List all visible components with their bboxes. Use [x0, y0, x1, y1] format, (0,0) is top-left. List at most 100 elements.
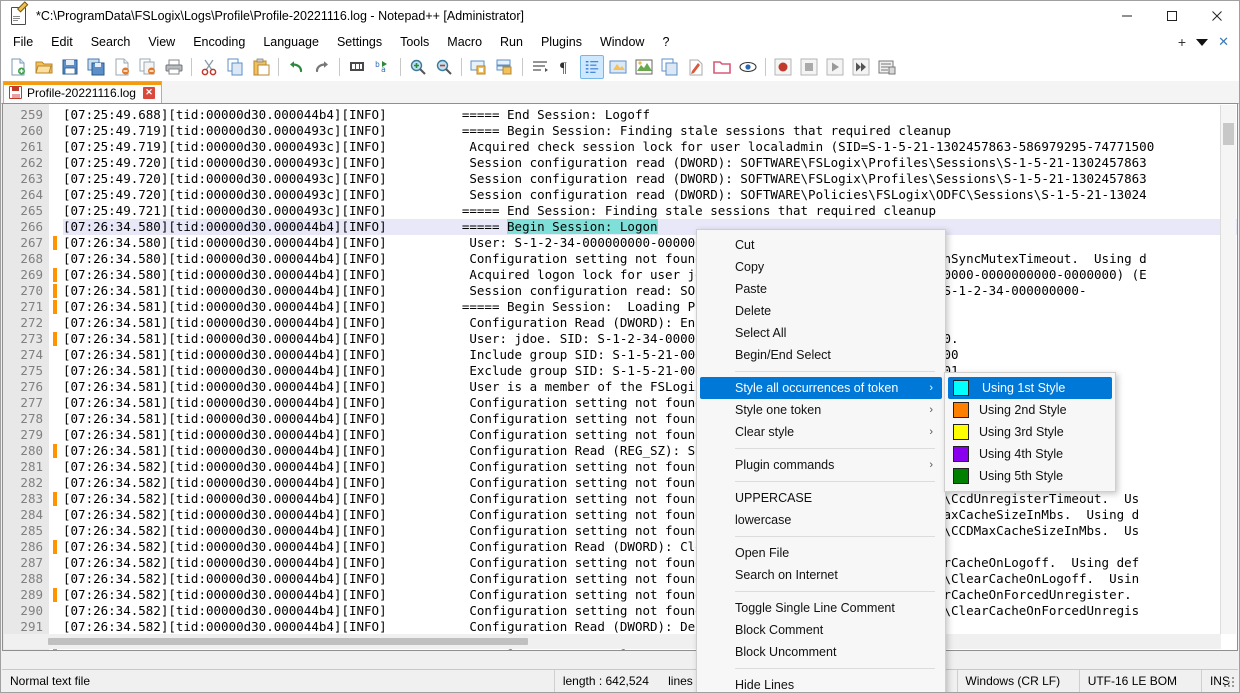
show-indent-guide-icon[interactable] [580, 55, 604, 79]
new-tab-plus-icon[interactable]: + [1178, 35, 1186, 49]
user-defined-dialog-icon[interactable] [606, 55, 630, 79]
code-line[interactable]: [07:25:49.688][tid:00000d30.000044b4][IN… [63, 107, 1237, 123]
code-line[interactable]: [07:26:34.580][tid:00000d30.000044b4][IN… [63, 219, 1237, 235]
submenu-item-using-2nd-style[interactable]: Using 2nd Style [945, 399, 1115, 421]
save-all-icon[interactable] [84, 55, 108, 79]
editor-context-menu[interactable]: Cut Copy Paste Delete Select All Begin/End Se… [696, 229, 946, 692]
minimize-button[interactable] [1104, 1, 1149, 31]
code-line[interactable]: [07:25:49.719][tid:00000d30.0000493c][IN… [63, 139, 1237, 155]
save-macro-icon[interactable] [875, 55, 899, 79]
bookmark-marker[interactable] [53, 540, 57, 554]
code-line[interactable]: [07:25:49.720][tid:00000d30.0000493c][IN… [63, 171, 1237, 187]
context-menu-item-uppercase[interactable]: UPPERCASE [697, 487, 945, 509]
code-line[interactable]: [07:26:34.580][tid:00000d30.000044b4][IN… [63, 251, 1237, 267]
menu-encoding[interactable]: Encoding [184, 32, 254, 52]
play-macro-icon[interactable] [823, 55, 847, 79]
context-menu-item-begin-end-select[interactable]: Begin/End Select [697, 344, 945, 366]
context-menu-item-hide-lines[interactable]: Hide Lines [697, 674, 945, 692]
word-wrap-icon[interactable] [528, 55, 552, 79]
context-menu-item-plugin-commands[interactable]: Plugin commands › [697, 454, 945, 476]
code-line[interactable]: [07:26:34.580][tid:00000d30.000044b4][IN… [63, 267, 1237, 283]
code-line[interactable]: [07:26:34.581][tid:00000d30.000044b4][IN… [63, 331, 1237, 347]
context-menu-item-delete[interactable]: Delete [697, 300, 945, 322]
code-line[interactable]: [07:26:34.581][tid:00000d30.000044b4][IN… [63, 283, 1237, 299]
bookmark-marker-column[interactable] [49, 104, 63, 650]
code-line[interactable]: [07:26:34.582][tid:00000d30.000044b4][IN… [63, 507, 1237, 523]
menu-file[interactable]: File [4, 32, 42, 52]
code-line[interactable]: [07:26:34.582][tid:00000d30.000044b4][IN… [63, 619, 1237, 635]
code-line[interactable]: [07:26:34.581][tid:00000d30.000044b4][IN… [63, 299, 1237, 315]
context-menu-item-open-file[interactable]: Open File [697, 542, 945, 564]
code-line[interactable]: [07:26:34.582][tid:00000d30.000044b4][IN… [63, 555, 1237, 571]
save-icon[interactable] [58, 55, 82, 79]
close-all-icon[interactable] [136, 55, 160, 79]
code-line[interactable]: [07:26:34.582][tid:00000d30.000044b4][IN… [63, 587, 1237, 603]
horizontal-scrollbar[interactable] [4, 634, 1221, 649]
bookmark-marker[interactable] [53, 236, 57, 250]
code-line[interactable]: [07:26:34.580][tid:00000d30.000044b4][IN… [63, 235, 1237, 251]
context-menu-item-style-all-occurrences-of-token[interactable]: Style all occurrences of token › [700, 377, 942, 399]
code-line[interactable]: [07:25:49.719][tid:00000d30.0000493c][IN… [63, 123, 1237, 139]
code-line[interactable]: [07:25:49.720][tid:00000d30.0000493c][IN… [63, 155, 1237, 171]
open-file-icon[interactable] [32, 55, 56, 79]
document-map-icon[interactable] [632, 55, 656, 79]
bookmark-marker[interactable] [53, 268, 57, 282]
find-icon[interactable] [345, 55, 369, 79]
horizontal-scrollbar-thumb[interactable] [48, 638, 528, 645]
submenu-item-using-3rd-style[interactable]: Using 3rd Style [945, 421, 1115, 443]
redo-icon[interactable] [310, 55, 334, 79]
context-menu-item-lowercase[interactable]: lowercase [697, 509, 945, 531]
close-button[interactable] [1194, 1, 1239, 31]
bookmark-marker[interactable] [53, 332, 57, 346]
zoom-in-icon[interactable] [406, 55, 430, 79]
menu-plugins[interactable]: Plugins [532, 32, 591, 52]
code-line[interactable]: [07:25:49.720][tid:00000d30.0000493c][IN… [63, 187, 1237, 203]
run-macro-multiple-icon[interactable] [849, 55, 873, 79]
code-line[interactable]: [07:26:34.582][tid:00000d30.000044b4][IN… [63, 603, 1237, 619]
style-all-occurrences-submenu[interactable]: Using 1st Style Using 2nd Style Using 3rd … [944, 372, 1116, 492]
menu-settings[interactable]: Settings [328, 32, 391, 52]
sync-vertical-scroll-icon[interactable] [467, 55, 491, 79]
context-menu-item-style-one-token[interactable]: Style one token › [697, 399, 945, 421]
zoom-out-icon[interactable] [432, 55, 456, 79]
new-file-icon[interactable] [6, 55, 30, 79]
menu-view[interactable]: View [139, 32, 184, 52]
context-menu-item-toggle-single-line-comment[interactable]: Toggle Single Line Comment [697, 597, 945, 619]
menu-macro[interactable]: Macro [438, 32, 491, 52]
undo-icon[interactable] [284, 55, 308, 79]
bookmark-marker[interactable] [53, 444, 57, 458]
paste-icon[interactable] [249, 55, 273, 79]
menu-help[interactable]: ? [653, 32, 678, 52]
resize-grip-icon[interactable] [1224, 677, 1236, 689]
close-tab-icon[interactable]: ✕ [1218, 34, 1229, 50]
submenu-item-using-5th-style[interactable]: Using 5th Style [945, 465, 1115, 487]
code-line[interactable]: [07:26:34.582][tid:00000d30.000044b4][IN… [63, 491, 1237, 507]
code-line[interactable]: [07:26:34.582][tid:00000d30.000044b4][IN… [63, 539, 1237, 555]
status-eol-format[interactable]: Windows (CR LF) [957, 670, 1078, 692]
code-line[interactable]: [07:26:34.581][tid:00000d30.000044b4][IN… [63, 315, 1237, 331]
context-menu-item-block-uncomment[interactable]: Block Uncomment [697, 641, 945, 663]
context-menu-item-cut[interactable]: Cut [697, 234, 945, 256]
context-menu-item-copy[interactable]: Copy [697, 256, 945, 278]
cut-icon[interactable] [197, 55, 221, 79]
submenu-item-using-1st-style[interactable]: Using 1st Style [948, 377, 1112, 399]
vertical-scrollbar[interactable] [1220, 105, 1236, 634]
tab-list-caret-icon[interactable] [1196, 38, 1209, 46]
sync-horizontal-scroll-icon[interactable] [493, 55, 517, 79]
bookmark-marker[interactable] [53, 588, 57, 602]
print-icon[interactable] [162, 55, 186, 79]
code-line[interactable]: [07:26:34.582][tid:00000d30.000044b4][IN… [63, 571, 1237, 587]
menu-edit[interactable]: Edit [42, 32, 82, 52]
show-all-characters-icon[interactable]: ¶ [554, 55, 578, 79]
context-menu-item-clear-style[interactable]: Clear style › [697, 421, 945, 443]
monitoring-icon[interactable] [736, 55, 760, 79]
replace-icon[interactable]: ba [371, 55, 395, 79]
menu-search[interactable]: Search [82, 32, 140, 52]
code-line[interactable]: [07:26:34.581][tid:00000d30.000044b4][IN… [63, 347, 1237, 363]
code-line[interactable]: [07:25:49.721][tid:00000d30.0000493c][IN… [63, 203, 1237, 219]
close-file-icon[interactable] [110, 55, 134, 79]
menu-tools[interactable]: Tools [391, 32, 438, 52]
menu-language[interactable]: Language [254, 32, 328, 52]
folder-as-workspace-icon[interactable] [710, 55, 734, 79]
tab-close-icon[interactable]: ✕ [142, 86, 155, 99]
